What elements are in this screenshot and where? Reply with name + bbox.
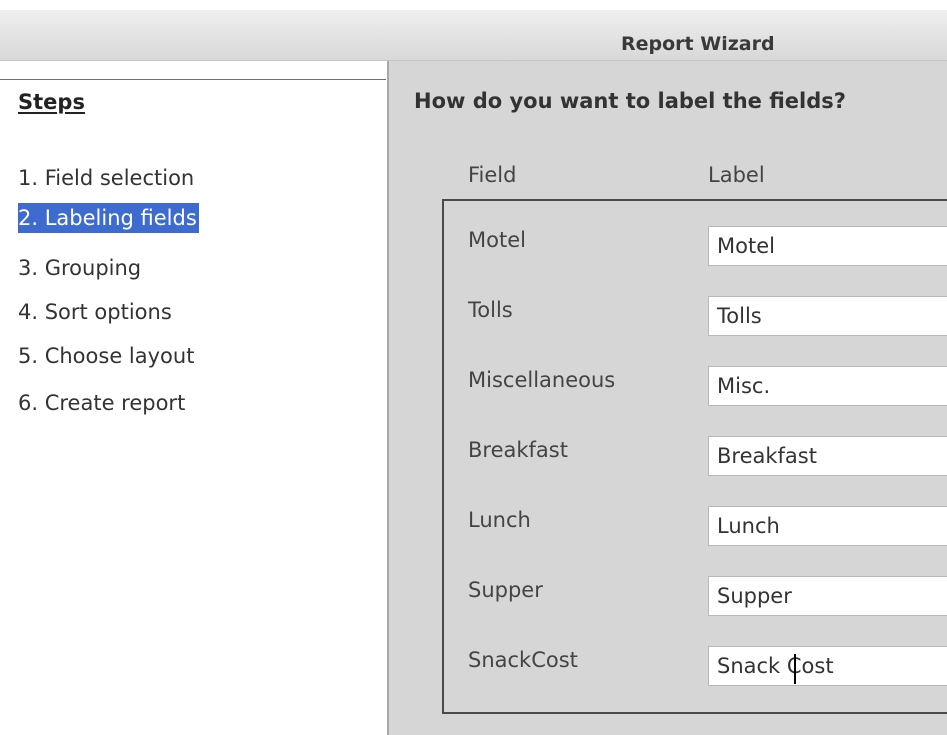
field-name-supper: Supper: [468, 578, 543, 602]
field-name-tolls: Tolls: [468, 298, 513, 322]
page-question: How do you want to label the fields?: [414, 89, 846, 113]
label-input-supper[interactable]: [708, 576, 947, 616]
field-name-snackcost: SnackCost: [468, 648, 578, 672]
steps-separator: [0, 79, 386, 80]
label-input-motel[interactable]: [708, 226, 947, 266]
window-title: Report Wizard: [621, 33, 775, 55]
step-choose-layout[interactable]: 5. Choose layout: [18, 341, 194, 371]
step-create-report[interactable]: 6. Create report: [18, 388, 185, 418]
step-sort-options[interactable]: 4. Sort options: [18, 297, 172, 327]
column-header-field: Field: [468, 163, 517, 187]
label-input-tolls[interactable]: [708, 296, 947, 336]
step-grouping[interactable]: 3. Grouping: [18, 253, 141, 283]
label-input-miscellaneous[interactable]: [708, 366, 947, 406]
label-input-breakfast[interactable]: [708, 436, 947, 476]
title-bar[interactable]: Report Wizard: [0, 10, 947, 61]
field-name-motel: Motel: [468, 228, 526, 252]
report-wizard-window: Report Wizard Steps 1. Field selection 2…: [0, 0, 947, 735]
column-header-label: Label: [708, 163, 765, 187]
field-name-miscellaneous: Miscellaneous: [468, 368, 616, 392]
label-input-snackcost[interactable]: [708, 646, 947, 686]
steps-heading: Steps: [18, 90, 85, 114]
field-name-lunch: Lunch: [468, 508, 531, 532]
field-name-breakfast: Breakfast: [468, 438, 568, 462]
text-cursor: [794, 654, 796, 684]
step-labeling-fields[interactable]: 2. Labeling fields: [18, 203, 199, 233]
step-field-selection[interactable]: 1. Field selection: [18, 163, 194, 193]
label-input-lunch[interactable]: [708, 506, 947, 546]
